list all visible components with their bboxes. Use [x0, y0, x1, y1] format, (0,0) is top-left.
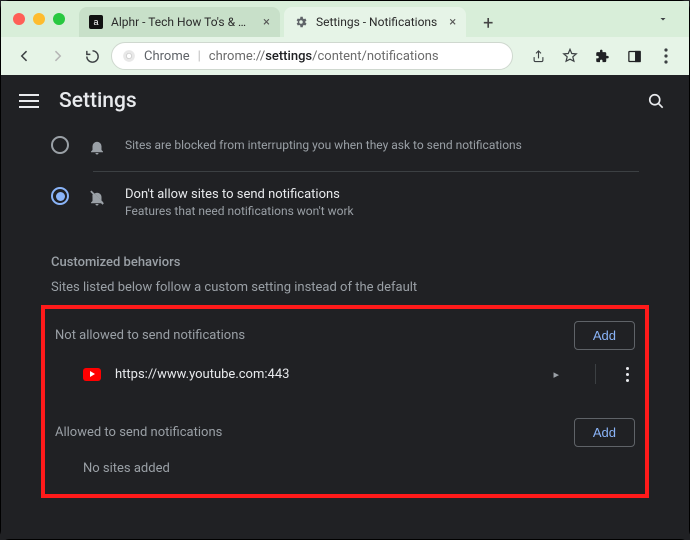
extensions-button[interactable] — [587, 41, 617, 71]
tab-settings[interactable]: Settings - Notifications × — [284, 7, 466, 37]
menu-icon[interactable] — [19, 94, 39, 108]
omnibox-chip: Chrome — [144, 49, 190, 64]
site-more-actions-button[interactable] — [626, 367, 629, 382]
allowed-empty-text: No sites added — [55, 447, 635, 476]
chevron-right-icon[interactable]: ▸ — [553, 368, 559, 381]
tab-strip: a Alphr - Tech How To's & Guide × Settin… — [79, 1, 502, 37]
option-subtitle: Features that need notifications won't w… — [125, 204, 354, 218]
divider — [93, 171, 639, 172]
omnibox-url: chrome://settings/content/notifications — [209, 49, 439, 64]
tabs-dropdown-button[interactable] — [649, 5, 677, 33]
site-url: https://www.youtube.com:443 — [115, 367, 289, 382]
page-surface: Settings Use quieter messaging Sites are… — [1, 75, 689, 539]
back-button[interactable] — [9, 41, 39, 71]
radio-checked-icon[interactable] — [51, 187, 69, 205]
close-tab-icon[interactable]: × — [449, 15, 456, 30]
not-allowed-label: Not allowed to send notifications — [55, 328, 245, 343]
address-bar[interactable]: Chrome | chrome://settings/content/notif… — [111, 42, 513, 70]
youtube-icon — [83, 368, 101, 381]
add-blocked-site-button[interactable]: Add — [574, 321, 635, 350]
omnibox-divider: | — [198, 49, 201, 64]
settings-appbar: Settings — [1, 75, 689, 127]
alphr-favicon-icon: a — [89, 15, 103, 29]
close-window-button[interactable] — [13, 13, 25, 25]
chrome-icon — [122, 49, 136, 63]
window-controls — [13, 13, 65, 25]
divider — [595, 364, 596, 384]
tab-title: Settings - Notifications — [316, 15, 437, 29]
customized-behaviors-sub: Sites listed below follow a custom setti… — [51, 280, 639, 295]
side-panel-button[interactable] — [619, 41, 649, 71]
option-subtitle: Sites are blocked from interrupting you … — [125, 138, 522, 152]
forward-button[interactable] — [43, 41, 73, 71]
maximize-window-button[interactable] — [53, 13, 65, 25]
allowed-label: Allowed to send notifications — [55, 425, 222, 440]
window-titlebar: a Alphr - Tech How To's & Guide × Settin… — [1, 1, 689, 37]
browser-toolbar: Chrome | chrome://settings/content/notif… — [1, 37, 689, 75]
minimize-window-button[interactable] — [33, 13, 45, 25]
add-allowed-site-button[interactable]: Add — [574, 418, 635, 447]
page-title: Settings — [59, 89, 137, 113]
reload-button[interactable] — [77, 41, 107, 71]
radio-unchecked-icon[interactable] — [51, 136, 69, 154]
blocked-site-row[interactable]: https://www.youtube.com:443 ▸ — [55, 350, 635, 394]
tab-alphr[interactable]: a Alphr - Tech How To's & Guide × — [79, 7, 280, 37]
search-settings-button[interactable] — [641, 86, 671, 116]
bell-icon — [87, 136, 107, 156]
share-button[interactable] — [523, 41, 553, 71]
browser-menu-button[interactable] — [651, 41, 681, 71]
option-block-notifications[interactable]: Don't allow sites to send notifications … — [51, 178, 639, 227]
annotation-highlight: Not allowed to send notifications Add ht… — [41, 305, 649, 498]
gear-icon — [294, 15, 308, 29]
option-title: Don't allow sites to send notifications — [125, 187, 354, 202]
svg-text:a: a — [93, 17, 98, 27]
bell-off-icon — [87, 187, 107, 207]
customized-behaviors-heading: Customized behaviors — [51, 255, 639, 270]
tab-title: Alphr - Tech How To's & Guide — [111, 15, 251, 29]
new-tab-button[interactable]: + — [474, 9, 502, 37]
bookmark-button[interactable] — [555, 41, 585, 71]
close-tab-icon[interactable]: × — [263, 15, 270, 30]
option-quieter-messaging[interactable]: Use quieter messaging Sites are blocked … — [51, 127, 639, 165]
